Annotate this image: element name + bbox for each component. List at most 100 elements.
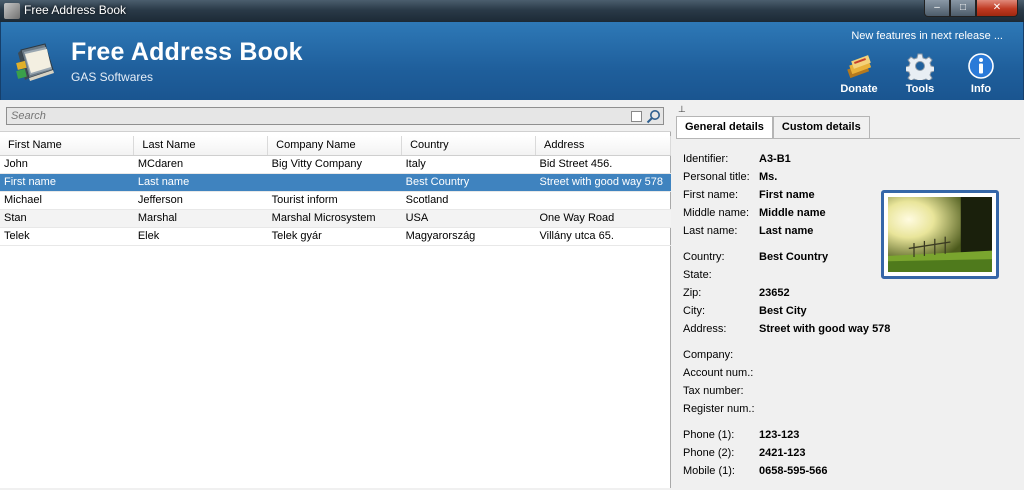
field-city: City: Best City (683, 305, 923, 321)
field-value: Ms. (759, 171, 778, 183)
search-input[interactable] (6, 107, 664, 125)
app-icon (4, 3, 20, 19)
field-label: State: (683, 269, 712, 281)
cell-company (267, 173, 402, 192)
field-company: Company: (683, 349, 923, 365)
contact-photo[interactable] (881, 190, 999, 279)
cell-company: Telek gyár (267, 227, 402, 246)
contact-photo-image (888, 197, 992, 272)
cell-first-name: Stan (0, 209, 134, 228)
field-value: Best City (759, 305, 807, 317)
general-details-body: Identifier: A3-B1 Personal title: Ms. Firs… (676, 138, 1020, 490)
cell-address: Bid Street 456. (535, 155, 671, 174)
tab-general-details[interactable]: General details (676, 116, 773, 139)
money-icon (847, 55, 872, 79)
field-value: 2421-123 (759, 447, 806, 459)
field-account-num: Account num.: (683, 367, 923, 383)
field-tax-number: Tax number: (683, 385, 923, 401)
tools-label: Tools (905, 83, 935, 95)
column-header-country[interactable]: Country (401, 136, 536, 156)
field-label: Phone (1): (683, 429, 735, 441)
field-phone-2: Phone (2): 2421-123 (683, 447, 923, 463)
field-label: Country: (683, 251, 725, 263)
field-value: A3-B1 (759, 153, 791, 165)
field-label: Middle name: (683, 207, 750, 219)
tab-custom-details[interactable]: Custom details (772, 116, 870, 138)
field-label: Address: (683, 323, 727, 335)
window-controls: – □ ✕ (924, 0, 1018, 18)
minimize-button[interactable]: – (924, 0, 950, 17)
field-label: Identifier: (683, 153, 729, 165)
cell-company: Big Vitty Company (267, 155, 402, 174)
table-row-selected[interactable]: First name Last name Best Country Street… (0, 173, 671, 192)
cell-last-name: Marshal (133, 209, 268, 228)
cell-first-name: Telek (0, 227, 134, 246)
table-row[interactable]: Stan Marshal Marshal Microsystem USA One… (0, 209, 671, 228)
maximize-button[interactable]: □ (950, 0, 976, 17)
table-row[interactable]: Michael Jefferson Tourist inform Scotlan… (0, 191, 671, 210)
table-row[interactable]: John MCdaren Big Vitty Company Italy Bid… (0, 155, 671, 174)
cell-first-name: First name (0, 173, 134, 192)
cell-address: One Way Road (535, 209, 671, 228)
field-value: First name (759, 189, 815, 201)
field-value: Street with good way 578 (759, 323, 891, 335)
address-book-icon (16, 43, 54, 81)
cell-address: Villány utca 65. (535, 227, 671, 246)
field-label: Zip: (683, 287, 702, 299)
cell-country: USA (401, 209, 536, 228)
donate-button[interactable]: Donate (831, 52, 887, 96)
info-button[interactable]: Info (953, 52, 1009, 96)
cell-company: Tourist inform (267, 191, 402, 210)
table-row[interactable]: Telek Elek Telek gyár Magyarország Villá… (0, 227, 671, 246)
cell-country: Best Country (401, 173, 536, 192)
field-value: 123-123 (759, 429, 800, 441)
cell-first-name: John (0, 155, 134, 174)
cell-address: Street with good way 578 (535, 173, 671, 192)
cell-last-name: Jefferson (133, 191, 268, 210)
field-mobile-1: Mobile (1): 0658-595-566 (683, 465, 923, 481)
new-features-link[interactable]: New features in next release ... (851, 30, 1003, 42)
field-label: Company: (683, 349, 734, 361)
pin-icon[interactable]: ⊥ (678, 104, 686, 115)
details-tabs: General details Custom details (676, 116, 870, 139)
close-button[interactable]: ✕ (976, 0, 1018, 17)
cell-first-name: Michael (0, 191, 134, 210)
field-value: 0658-595-566 (759, 465, 828, 477)
column-header-last-name[interactable]: Last Name (133, 136, 269, 156)
field-phone-1: Phone (1): 123-123 (683, 429, 923, 445)
field-label: Register num.: (683, 403, 755, 415)
cell-country: Italy (401, 155, 536, 174)
cell-company: Marshal Microsystem (267, 209, 402, 228)
field-register-num: Register num.: (683, 403, 923, 419)
gear-icon (906, 53, 934, 80)
field-label: Personal title: (683, 171, 750, 183)
field-label: Account num.: (683, 367, 754, 379)
column-header-address[interactable]: Address (535, 136, 672, 156)
field-label: Phone (2): (683, 447, 735, 459)
field-value: Last name (759, 225, 814, 237)
cell-last-name: Last name (133, 173, 268, 192)
field-label: Mobile (1): (683, 465, 735, 477)
table-header-row: First Name Last Name Company Name Countr… (0, 136, 672, 156)
field-value: 23652 (759, 287, 790, 299)
details-panel: ⊥ General details Custom details Identif… (672, 100, 1024, 488)
column-header-company-name[interactable]: Company Name (267, 136, 403, 156)
field-identifier: Identifier: A3-B1 (683, 153, 923, 169)
column-header-first-name[interactable]: First Name (0, 136, 135, 156)
field-label: First name: (683, 189, 739, 201)
tools-button[interactable]: Tools (892, 52, 948, 96)
title-bar: Free Address Book – □ ✕ (0, 0, 1024, 22)
field-address: Address: Street with good way 578 (683, 323, 983, 339)
window-title: Free Address Book (24, 3, 127, 17)
donate-label: Donate (840, 83, 878, 95)
info-label: Info (970, 83, 992, 95)
search-icon[interactable] (646, 109, 661, 124)
cell-address (535, 191, 671, 210)
field-label: City: (683, 305, 705, 317)
app-header: Free Address Book GAS Softwares New feat… (0, 22, 1024, 100)
cell-country: Scotland (401, 191, 536, 210)
search-option-checkbox[interactable] (631, 111, 642, 122)
cell-last-name: MCdaren (133, 155, 268, 174)
contacts-panel: First Name Last Name Company Name Countr… (0, 100, 672, 488)
app-title: Free Address Book (71, 38, 303, 66)
